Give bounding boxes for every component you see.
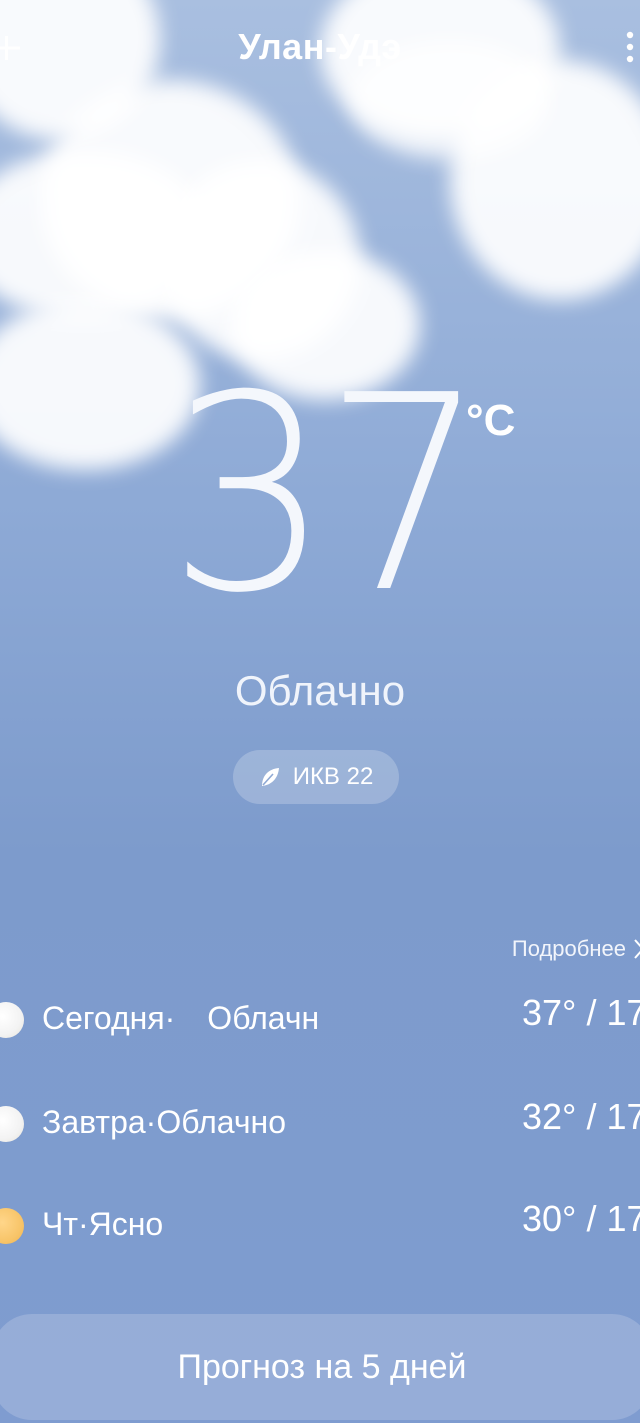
current-condition: Облачно (234, 667, 406, 714)
five-day-forecast-button[interactable]: Прогноз на 5 дней (0, 1314, 640, 1420)
forecast-day-label: Сегодня· Облачн (42, 1000, 320, 1036)
app-header: Улан-Удэ (0, 0, 640, 100)
sun-icon (0, 1208, 24, 1244)
current-temperature-block: 37 °C (0, 360, 640, 640)
current-temperature: 37 (167, 337, 487, 652)
five-day-forecast-label: Прогноз на 5 дней (177, 1347, 467, 1386)
forecast-day-label: Завтра·Облачно (42, 1104, 287, 1140)
forecast-temps: 32° / 17 (522, 1096, 640, 1137)
temperature-unit: °C (466, 396, 516, 445)
cloud-sun-icon (0, 1106, 24, 1142)
forecast-row-tomorrow[interactable]: Завтра·Облачно 32° / 17 (0, 1096, 640, 1156)
leaf-icon (261, 768, 279, 786)
forecast-temps: 30° / 17 (522, 1198, 640, 1239)
more-options-button[interactable] (620, 22, 640, 72)
forecast-day-label: Чт·Ясно (42, 1206, 164, 1242)
details-label: Подробнее (511, 936, 626, 961)
more-vertical-icon (626, 31, 634, 63)
aqi-label: ИКВ 22 (292, 763, 374, 790)
chevron-right-icon (634, 939, 640, 959)
aqi-badge[interactable]: ИКВ 22 (233, 750, 399, 804)
forecast-temps: 37° / 17 (522, 992, 640, 1033)
city-title: Улан-Удэ (238, 26, 402, 67)
forecast-row-today[interactable]: Сегодня· Облачн 37° / 17 (0, 992, 640, 1052)
forecast-row-thursday[interactable]: Чт·Ясно 30° / 17 (0, 1198, 640, 1258)
cloud-sun-icon (0, 1002, 24, 1038)
details-link[interactable]: Подробнее (512, 936, 640, 962)
